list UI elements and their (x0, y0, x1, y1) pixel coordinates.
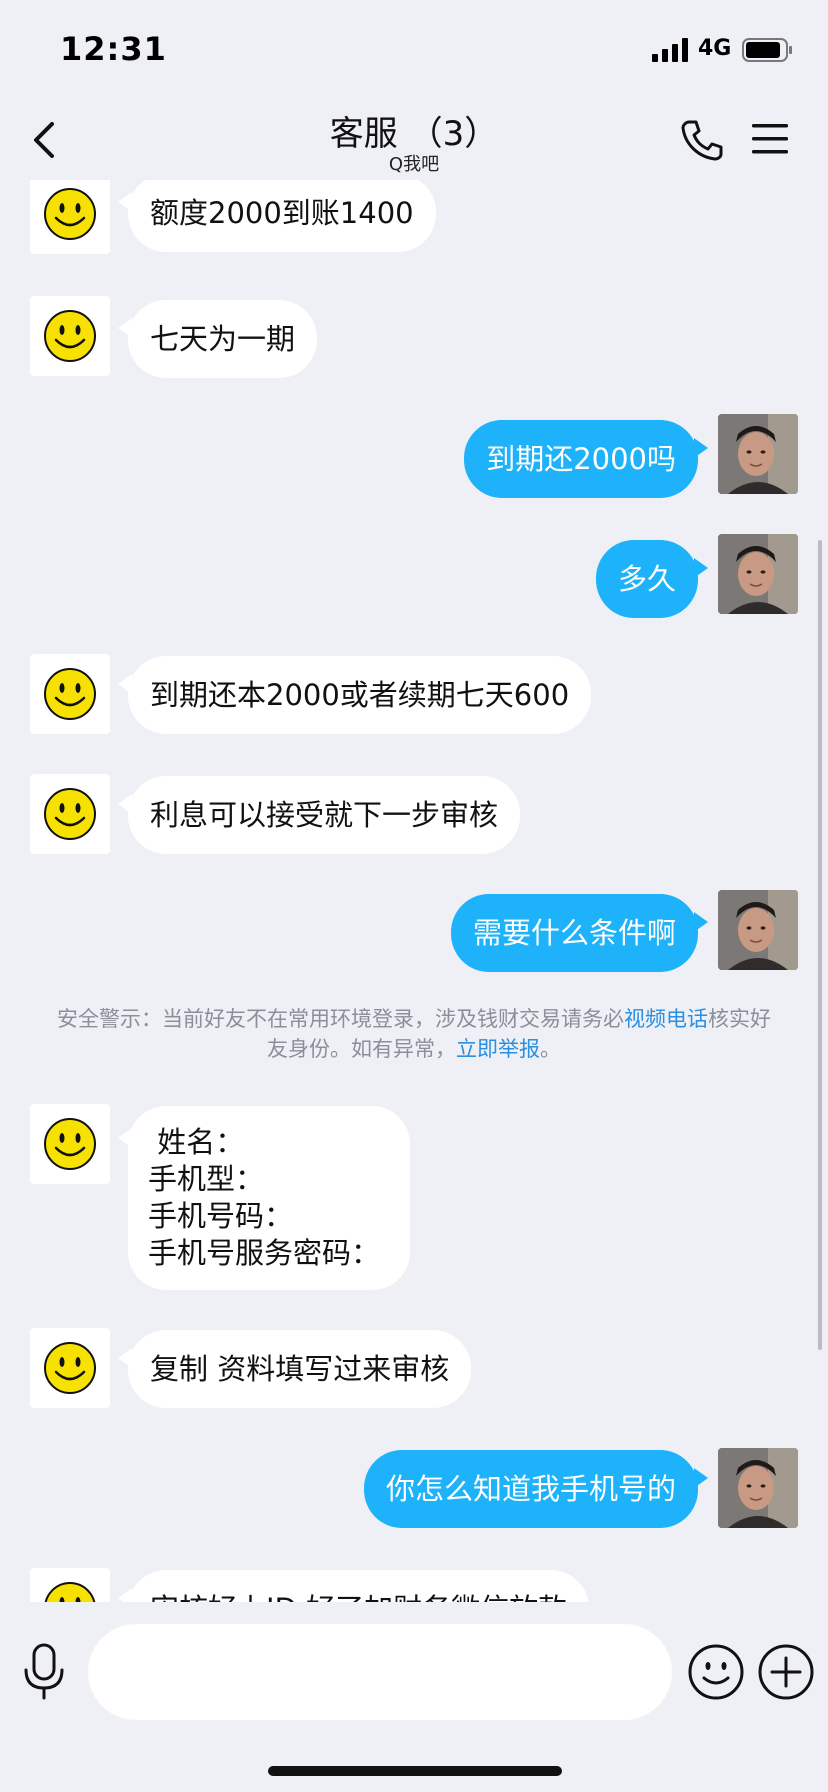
menu-icon[interactable] (750, 122, 790, 156)
plus-icon[interactable] (756, 1642, 816, 1702)
incoming-bubble[interactable]: 审核好上ID 好了加财务微信放款 (117, 1570, 590, 1602)
video-call-link[interactable]: 视频电话 (624, 1007, 708, 1031)
notice-text: 。 (540, 1037, 561, 1061)
smiley-avatar[interactable] (30, 1328, 110, 1408)
network-label: 4G (698, 36, 732, 61)
user-photo-icon (718, 890, 798, 970)
incoming-bubble[interactable]: 到期还本2000或者续期七天600 (117, 656, 592, 734)
outgoing-bubble[interactable]: 需要什么条件啊 (450, 894, 709, 972)
user-photo-icon (718, 1448, 798, 1528)
user-photo-icon (718, 414, 798, 494)
security-notice: 安全警示：当前好友不在常用环境登录，涉及钱财交易请务必视频电话核实好友身份。如有… (50, 1004, 778, 1064)
smiley-icon (44, 788, 96, 840)
user-photo-icon (718, 534, 798, 614)
incoming-bubble[interactable]: 额度2000到账1400 (118, 180, 436, 252)
report-link[interactable]: 立即举报 (456, 1037, 540, 1061)
phone-icon[interactable] (680, 118, 724, 162)
smiley-avatar[interactable] (30, 180, 110, 254)
user-avatar[interactable] (718, 1448, 798, 1528)
incoming-bubble[interactable]: 姓名： 手机型： 手机号码： 手机号服务密码： (117, 1106, 411, 1290)
input-bar (0, 1602, 828, 1792)
user-avatar[interactable] (718, 534, 798, 614)
form-line: 手机型： (148, 1162, 265, 1196)
message-input[interactable] (88, 1624, 672, 1720)
battery-icon (742, 38, 792, 62)
chat-area[interactable]: 额度2000到账1400 七天为一期 到期还2000吗 多久 到期还本2000或… (0, 180, 828, 1602)
smiley-icon (44, 188, 96, 240)
smiley-icon (44, 310, 96, 362)
outgoing-bubble[interactable]: 到期还2000吗 (464, 420, 708, 498)
outgoing-bubble[interactable]: 你怎么知道我手机号的 (363, 1450, 709, 1528)
incoming-bubble[interactable]: 利息可以接受就下一步审核 (117, 776, 521, 854)
smiley-icon (44, 1582, 96, 1602)
mic-icon[interactable] (20, 1642, 68, 1702)
form-line: 手机号服务密码： (148, 1236, 381, 1270)
status-bar: 12:31 4G (0, 0, 828, 100)
user-avatar[interactable] (718, 414, 798, 494)
notice-text: 安全警示：当前好友不在常用环境登录，涉及钱财交易请务必 (57, 1007, 624, 1031)
signal-icon (652, 38, 688, 62)
smiley-avatar[interactable] (30, 1568, 110, 1602)
form-line: 手机号码： (148, 1199, 294, 1233)
smiley-icon (44, 1342, 96, 1394)
smiley-icon (44, 668, 96, 720)
emoji-icon[interactable] (686, 1642, 746, 1702)
scrollbar[interactable] (818, 540, 822, 1350)
outgoing-bubble[interactable]: 多久 (595, 540, 709, 618)
incoming-bubble[interactable]: 复制 资料填写过来审核 (117, 1330, 472, 1408)
nav-bar: 客服 （3） Q我吧 (0, 100, 828, 180)
smiley-icon (44, 1118, 96, 1170)
form-line: 姓名： (148, 1125, 245, 1159)
status-time: 12:31 (60, 30, 167, 68)
smiley-avatar[interactable] (30, 774, 110, 854)
smiley-avatar[interactable] (30, 1104, 110, 1184)
user-avatar[interactable] (718, 890, 798, 970)
home-indicator[interactable] (268, 1766, 562, 1776)
incoming-bubble[interactable]: 七天为一期 (117, 300, 318, 378)
smiley-avatar[interactable] (30, 654, 110, 734)
smiley-avatar[interactable] (30, 296, 110, 376)
